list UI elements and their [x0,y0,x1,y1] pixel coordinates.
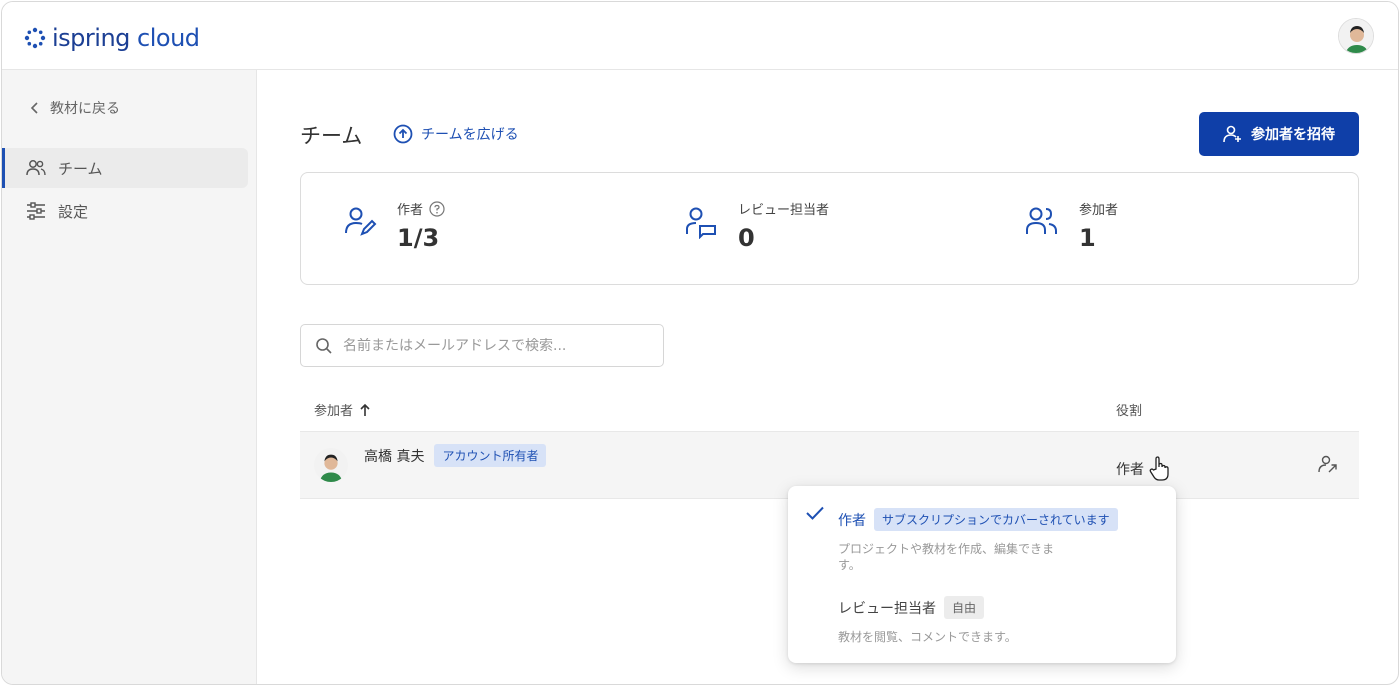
role-option-description: プロジェクトや教材を作成、編集できます。 [838,542,1055,572]
search-box [300,324,664,367]
top-bar: ispring cloud [2,2,1398,70]
stat-value: 0 [738,224,755,252]
role-option-title: 作者 [838,512,866,529]
stat-value: 1/3 [397,224,440,252]
logo-icon [24,27,46,49]
role-option-author[interactable]: 作者 サブスクリプションでカバーされています プロジェクトや教材を作成、編集でき… [788,486,1176,576]
role-dropdown-menu: 作者 サブスクリプションでカバーされています プロジェクトや教材を作成、編集でき… [788,486,1176,663]
sidebar-item-label: チーム [58,159,103,178]
help-icon[interactable] [429,200,445,217]
stat-value: 1 [1079,224,1096,252]
column-header-label: 参加者 [314,404,354,419]
logo-text: ispring cloud [52,24,200,52]
sidebar: 教材に戻る チーム 設定 [2,70,257,684]
member-name-cell: 高橋 真夫 アカウント所有者 [364,444,547,467]
search-icon [316,337,332,354]
change-user-button[interactable] [1318,454,1338,478]
chevron-left-icon [30,102,38,114]
stat-authors: 作者 1/3 [343,199,445,252]
team-stats-panel: 作者 1/3 レビュー担当者 0 参加者 1 [300,172,1359,285]
app-window: ispring cloud 教材に戻る チーム 設定 チーム チームを広げる 参… [1,1,1399,685]
sidebar-item-team[interactable]: チーム [2,148,248,188]
search-input[interactable] [343,337,643,354]
user-arrow-icon [1318,455,1337,473]
stat-label: 参加者 [1079,203,1119,218]
back-to-materials-link[interactable]: 教材に戻る [30,98,120,118]
user-comment-icon [686,207,716,239]
invite-label: 参加者を招待 [1251,126,1335,142]
main-content: チーム チームを広げる 参加者を招待 作者 1/3 レビュー担当者 0 参加者 … [258,70,1398,684]
role-option-reviewer[interactable]: レビュー担当者 自由 教材を閲覧、コメントできます。 [788,582,1176,663]
column-header-member[interactable]: 参加者 [314,400,371,419]
stat-label: 作者 [397,203,424,218]
hand-pointer-icon [1149,456,1169,481]
invite-member-button[interactable]: 参加者を招待 [1199,112,1359,156]
role-option-title: レビュー担当者 [838,600,936,617]
owner-badge: アカウント所有者 [434,444,547,467]
ispring-logo[interactable]: ispring cloud [24,24,200,52]
role-select[interactable]: 作者 [1116,456,1170,482]
user-avatar[interactable] [1338,18,1374,54]
page-title: チーム [300,124,363,148]
avatar [314,448,348,482]
stat-label: レビュー担当者 [738,203,830,218]
subscription-badge: サブスクリプションでカバーされています [874,508,1118,531]
free-badge: 自由 [944,596,985,619]
sliders-icon [27,202,45,220]
user-edit-icon [345,207,377,236]
role-option-description: 教材を閲覧、コメントできます。 [838,630,1017,644]
stat-members: 参加者 1 [1025,199,1118,252]
role-value: 作者 [1116,462,1144,478]
member-name: 高橋 真夫 [364,448,425,465]
users-icon [26,160,46,176]
expand-team-label: チームを広げる [421,127,519,143]
column-header-role: 役割 [1116,404,1143,419]
sidebar-item-label: 設定 [58,202,89,221]
sidebar-item-settings[interactable]: 設定 [2,191,248,231]
expand-team-link[interactable]: チームを広げる [393,124,519,144]
users-icon [1026,207,1057,234]
stat-reviewers: レビュー担当者 0 [684,199,829,252]
arrow-up-circle-icon [393,124,413,144]
arrow-up-icon [360,403,370,416]
user-plus-icon [1223,125,1241,143]
check-icon [806,506,824,520]
back-label: 教材に戻る [50,101,120,117]
